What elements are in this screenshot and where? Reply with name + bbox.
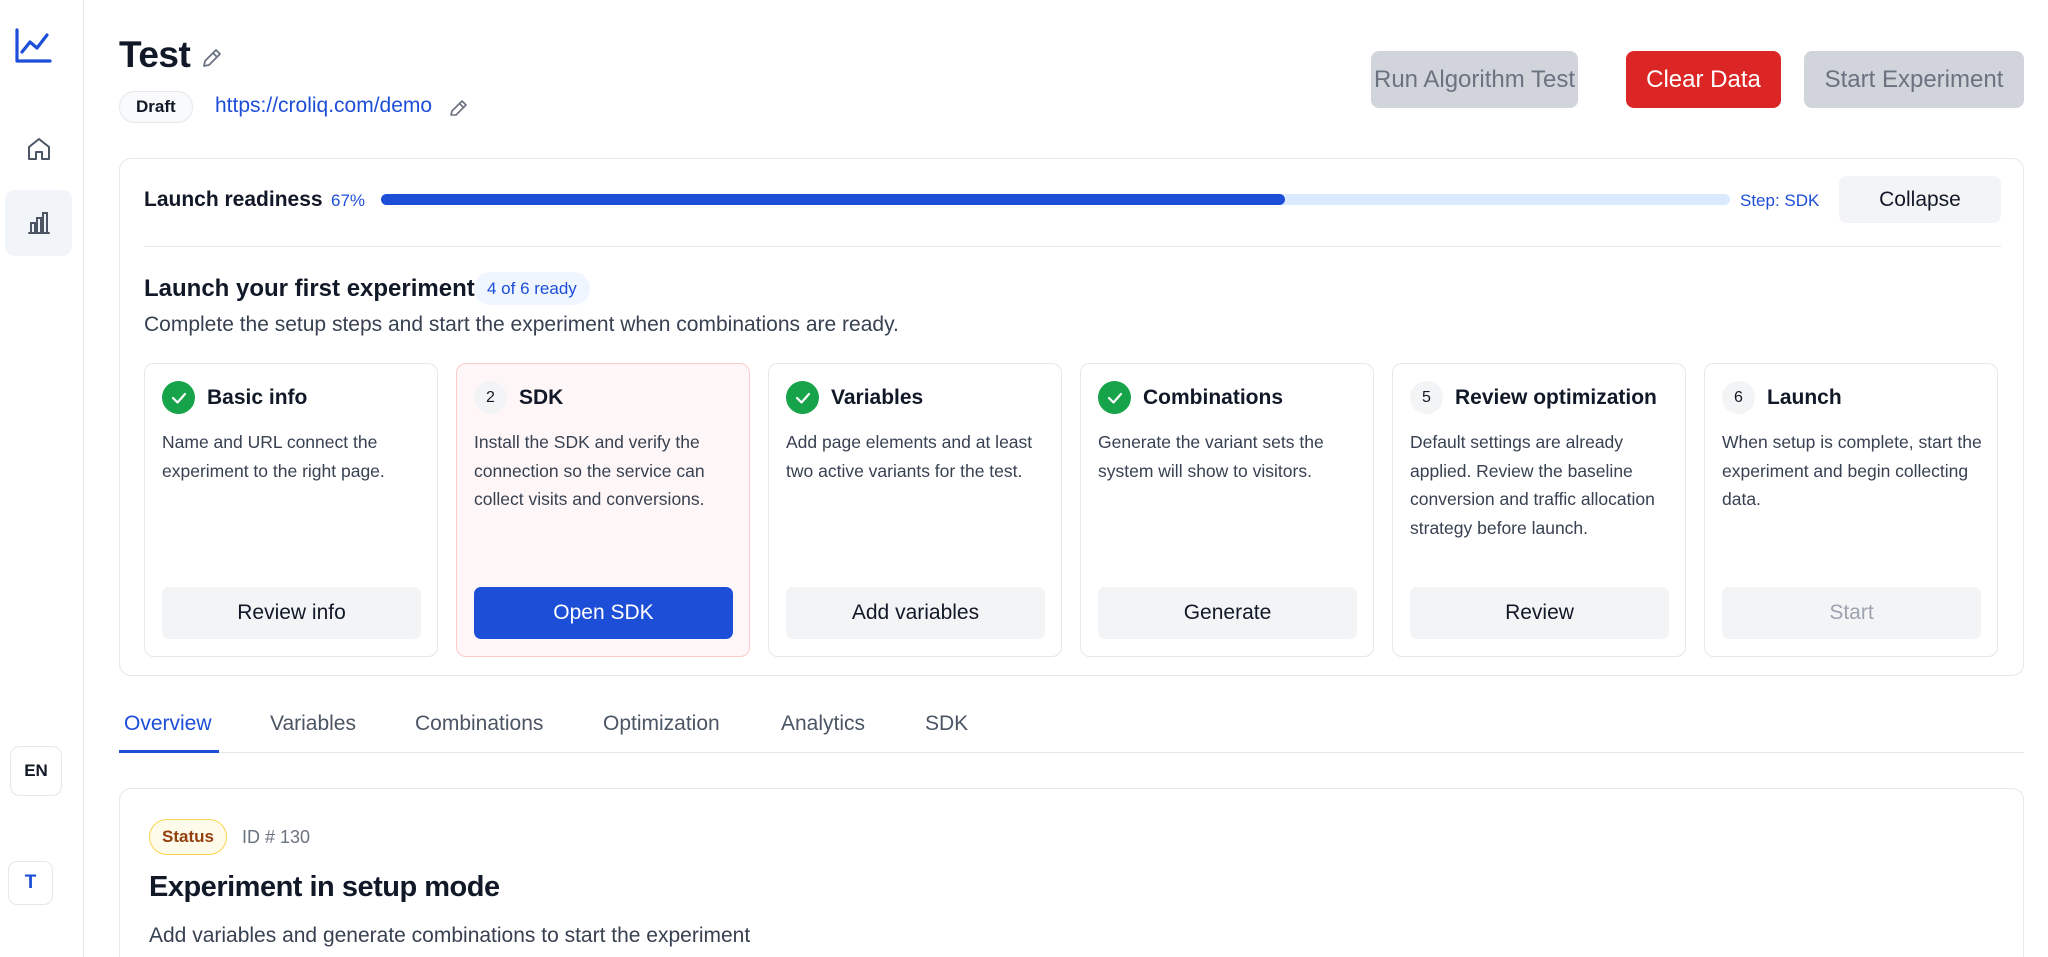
step-card-variables: Variables Add page elements and at least… xyxy=(768,363,1062,657)
draft-status-badge: Draft xyxy=(119,91,193,123)
review-info-button[interactable]: Review info xyxy=(162,587,421,639)
run-algorithm-test-button[interactable]: Run Algorithm Test xyxy=(1371,51,1578,108)
start-button[interactable]: Start xyxy=(1722,587,1981,639)
add-variables-button[interactable]: Add variables xyxy=(786,587,1045,639)
experiment-tabs: Overview Variables Combinations Optimiza… xyxy=(119,700,2024,753)
edit-title-pencil-icon[interactable] xyxy=(198,44,226,72)
step-card-basic-info: Basic info Name and URL connect the expe… xyxy=(144,363,438,657)
experiment-status-title: Experiment in setup mode xyxy=(149,871,500,903)
nav-experiments-button[interactable] xyxy=(5,190,72,256)
readiness-progress-bar xyxy=(381,194,1730,205)
step-title: Launch xyxy=(1767,385,1842,409)
readiness-percent: 67% xyxy=(331,191,366,210)
active-tab-indicator xyxy=(119,750,219,753)
step-card-combinations: Combinations Generate the variant sets t… xyxy=(1080,363,1374,657)
step-description: Generate the variant sets the system wil… xyxy=(1098,432,1324,481)
home-icon xyxy=(27,138,50,160)
trend-chart-logo-icon[interactable] xyxy=(13,26,53,66)
launch-readiness-panel: Launch readiness 67% Step: SDK Collapse … xyxy=(119,158,2024,676)
check-icon xyxy=(1098,381,1131,414)
overview-panel: Status ID # 130 Experiment in setup mode… xyxy=(119,788,2024,957)
step-title: Review optimization xyxy=(1455,385,1657,409)
experiment-id: ID # 130 xyxy=(242,827,311,847)
step-title: Variables xyxy=(831,385,924,409)
check-icon xyxy=(786,381,819,414)
tab-analytics[interactable]: Analytics xyxy=(781,712,865,736)
language-switcher[interactable]: EN xyxy=(10,746,62,796)
step-description: Add page elements and at least two activ… xyxy=(786,432,1033,481)
tab-overview[interactable]: Overview xyxy=(124,712,212,736)
tab-sdk[interactable]: SDK xyxy=(925,712,968,736)
step-card-review-optimization: 5 Review optimization Default settings a… xyxy=(1392,363,1686,657)
launch-subtitle: Complete the setup steps and start the e… xyxy=(144,313,899,336)
sidebar: EN T xyxy=(0,0,84,957)
step-title: Basic info xyxy=(207,385,308,409)
open-sdk-button[interactable]: Open SDK xyxy=(474,587,733,639)
step-number: 6 xyxy=(1722,381,1755,414)
step-number: 2 xyxy=(474,381,507,414)
start-experiment-button[interactable]: Start Experiment xyxy=(1804,51,2024,108)
step-card-launch: 6 Launch When setup is complete, start t… xyxy=(1704,363,1998,657)
review-button[interactable]: Review xyxy=(1410,587,1669,639)
generate-button[interactable]: Generate xyxy=(1098,587,1357,639)
tab-combinations[interactable]: Combinations xyxy=(415,712,543,736)
collapse-button[interactable]: Collapse xyxy=(1839,176,2001,223)
divider xyxy=(144,246,2001,247)
step-number: 5 xyxy=(1410,381,1443,414)
tab-variables[interactable]: Variables xyxy=(270,712,356,736)
current-step-label: Step: SDK xyxy=(1740,191,1820,210)
tab-optimization[interactable]: Optimization xyxy=(603,712,720,736)
step-title: SDK xyxy=(519,385,564,409)
status-badge: Status xyxy=(149,819,227,855)
experiment-status-subtitle: Add variables and generate combinations … xyxy=(149,924,751,947)
step-description: Install the SDK and verify the connectio… xyxy=(474,432,705,510)
check-icon xyxy=(162,381,195,414)
clear-data-button[interactable]: Clear Data xyxy=(1626,51,1781,108)
user-avatar[interactable]: T xyxy=(8,861,53,905)
step-title: Combinations xyxy=(1143,385,1283,409)
step-card-sdk: 2 SDK Install the SDK and verify the con… xyxy=(456,363,750,657)
step-description: Name and URL connect the experiment to t… xyxy=(162,432,385,481)
ready-count-badge: 4 of 6 ready xyxy=(474,272,590,305)
launch-heading: Launch your first experiment xyxy=(144,275,475,302)
launch-readiness-label: Launch readiness xyxy=(144,188,323,211)
step-description: Default settings are already applied. Re… xyxy=(1410,432,1655,538)
edit-url-pencil-icon[interactable] xyxy=(447,96,471,120)
nav-home-button[interactable] xyxy=(5,116,72,182)
readiness-progress-fill xyxy=(381,194,1285,205)
step-description: When setup is complete, start the experi… xyxy=(1722,432,1982,510)
page-title: Test xyxy=(119,34,191,75)
experiment-url-link[interactable]: https://croliq.com/demo xyxy=(215,94,432,118)
bar-chart-icon xyxy=(27,212,50,234)
